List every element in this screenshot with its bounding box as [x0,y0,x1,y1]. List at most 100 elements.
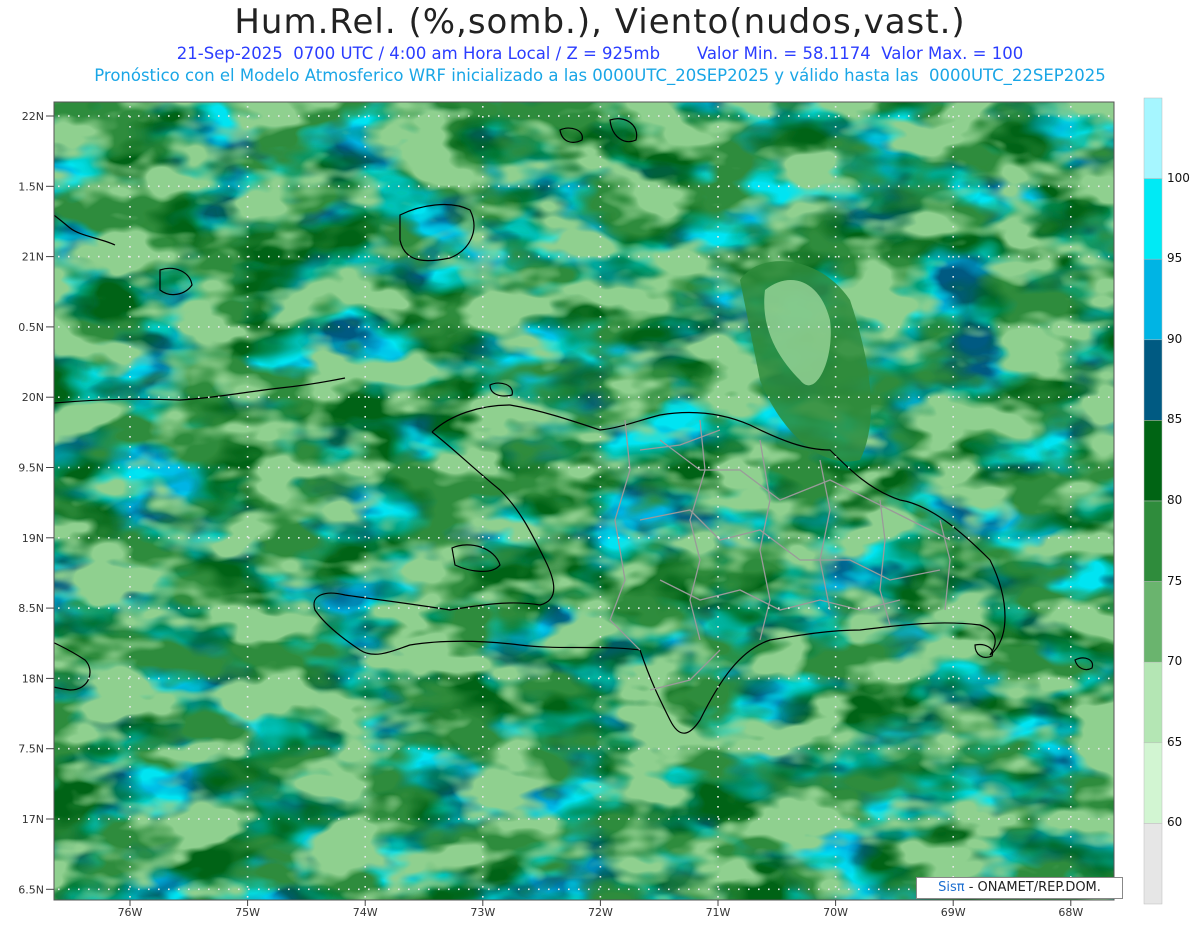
grid-dot [808,818,810,820]
grid-dot [834,736,837,738]
grid-dot [1058,747,1060,750]
grid-dot [108,537,110,539]
grid-dot [788,326,790,328]
grid-dot [398,607,400,609]
grid-dot [428,466,430,469]
grid-dot [448,326,450,328]
grid-dot [599,856,602,858]
grid-dot [364,166,366,168]
grid-dot [178,326,180,328]
grid-dot [278,888,280,891]
grid-dot [508,677,510,680]
grid-dot [78,888,80,891]
grid-dot [952,416,954,418]
grid-dot [718,747,720,750]
grid-dot [364,756,366,758]
grid-dot [952,466,954,468]
grid-dot [778,185,780,188]
grid-dot [834,666,837,668]
grid-dot [1048,607,1050,609]
grid-dot [717,546,719,548]
grid-dot [599,186,602,188]
grid-dot [364,716,366,718]
grid-dot [834,216,837,218]
grid-dot [246,686,249,688]
grid-dot [848,326,850,328]
grid-dot [818,326,820,328]
grid-dot [208,255,210,258]
grid-dot [246,876,249,878]
grid-dot [758,607,760,609]
grid-dot [364,616,366,618]
grid-dot [438,396,440,398]
grid-dot [188,115,190,117]
grid-dot [328,396,330,398]
grid-dot [998,185,1000,188]
grid-dot [482,836,484,838]
grid-dot [717,336,719,338]
grid-dot [778,747,780,750]
grid-dot [998,607,1000,609]
grid-dot [1070,686,1072,688]
grid-dot [228,326,230,328]
grid-dot [246,476,249,478]
grid-dot [938,818,940,820]
grid-dot [718,466,720,469]
grid-dot [364,116,366,118]
grid-dot [198,185,200,188]
grid-dot [364,566,366,568]
grid-dot [599,506,602,508]
grid-dot [1068,326,1070,328]
grid-dot [498,888,500,891]
grid-dot [599,726,602,728]
grid-dot [518,185,520,188]
grid-dot [558,255,560,258]
grid-dot [58,888,60,891]
grid-dot [482,116,484,118]
colorbar-label-8: 60 [1167,815,1183,830]
grid-dot [378,818,380,820]
grid-dot [599,396,602,398]
grid-dot [129,376,131,378]
grid-dot [368,115,370,117]
grid-dot [1038,747,1040,750]
grid-dot [868,255,870,258]
grid-dot [628,466,630,469]
grid-dot [68,747,70,750]
grid-dot [818,537,820,539]
grid-dot [246,766,249,768]
grid-dot [228,396,230,398]
grid-dot [998,466,1000,469]
grid-dot [438,607,440,609]
grid-dot [808,326,810,328]
grid-dot [358,677,360,680]
grid-dot [258,747,260,750]
grid-dot [138,185,140,188]
grid-dot [338,255,340,258]
grid-dot [129,156,131,158]
grid-dot [318,537,320,539]
grid-dot [834,576,837,578]
grid-dot [238,888,240,891]
grid-dot [717,416,719,418]
grid-dot [834,506,837,508]
grid-dot [238,607,240,609]
grid-dot [298,818,300,820]
grid-dot [348,747,350,750]
grid-dot [364,226,366,228]
grid-dot [129,716,131,718]
grid-dot [717,616,719,618]
grid-dot [268,326,270,328]
grid-dot [588,185,590,188]
grid-dot [834,696,837,698]
grid-dot [364,146,366,148]
grid-dot [58,185,60,188]
grid-dot [1070,716,1072,718]
grid-dot [488,747,490,750]
grid-dot [258,677,260,680]
grid-dot [717,376,719,378]
grid-dot [738,185,740,188]
grid-dot [246,346,249,348]
lon-label-6: 70W [823,906,848,919]
grid-dot [708,185,710,188]
